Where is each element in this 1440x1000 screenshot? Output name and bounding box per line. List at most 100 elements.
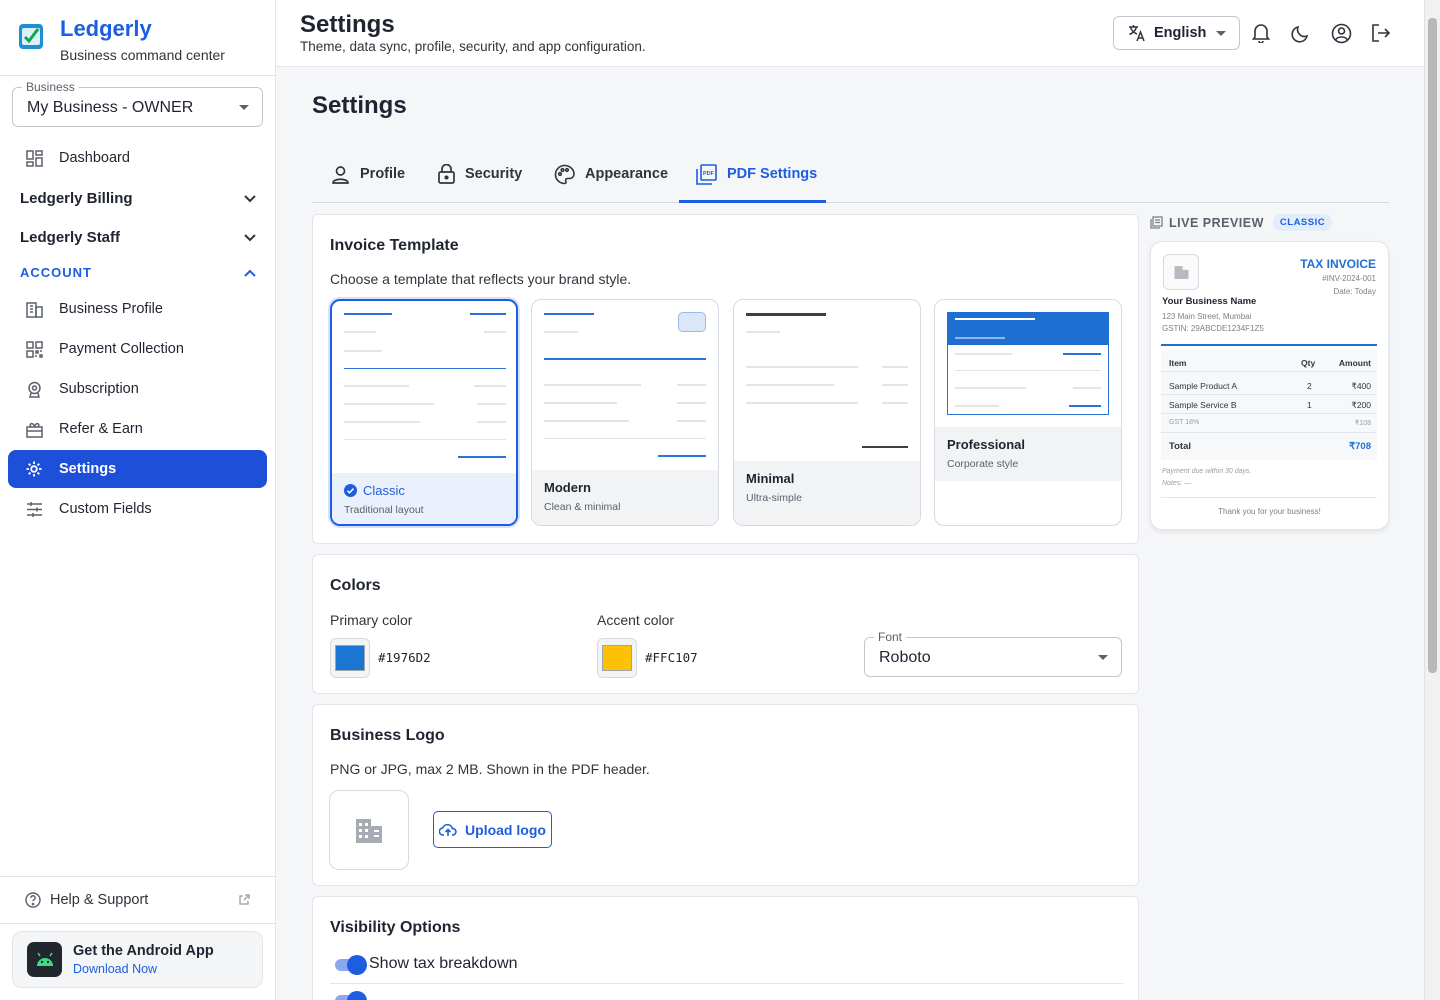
person-icon xyxy=(331,165,350,184)
tab-label: Security xyxy=(465,166,523,182)
preview-icon xyxy=(1150,216,1163,229)
template-name: Modern xyxy=(544,480,591,495)
sidebar-item-subscription[interactable]: Subscription xyxy=(8,370,267,408)
help-support-link[interactable]: Help & Support xyxy=(0,876,275,924)
brand: Ledgerly Business command center xyxy=(0,0,275,76)
preview-col-qty: Qty xyxy=(1301,358,1316,368)
translate-icon xyxy=(1128,24,1146,42)
template-name: Minimal xyxy=(746,471,795,486)
chevron-down-icon xyxy=(1216,31,1226,36)
sidebar-item-payment-collection[interactable]: Payment Collection xyxy=(8,330,267,368)
sidebar-item-label: Business Profile xyxy=(59,301,163,317)
brand-tagline: Business command center xyxy=(60,47,225,63)
android-app-promo[interactable]: Get the Android App Download Now xyxy=(12,931,263,988)
tab-appearance[interactable]: Appearance xyxy=(554,145,668,203)
sidebar-item-label: Dashboard xyxy=(59,150,130,166)
toggle-knob xyxy=(347,991,367,1000)
sidebar-group-billing[interactable]: Ledgerly Billing xyxy=(20,190,256,207)
qr-code-icon xyxy=(25,340,43,358)
preview-address: 123 Main Street, Mumbai xyxy=(1162,312,1252,321)
preview-notes: Notes: — xyxy=(1162,480,1192,487)
preview-col-item: Item xyxy=(1169,358,1187,368)
building-icon xyxy=(356,819,382,843)
template-option-professional[interactable]: Professional Corporate style xyxy=(934,299,1122,526)
colors-card: Colors Primary color #1976D2 Accent colo… xyxy=(312,554,1139,694)
android-promo-title: Get the Android App xyxy=(73,943,214,959)
logout-icon xyxy=(1372,24,1391,42)
accent-color-label: Accent color xyxy=(597,612,675,628)
sidebar-section-account[interactable]: ACCOUNT xyxy=(20,265,256,280)
sidebar-group-staff[interactable]: Ledgerly Staff xyxy=(20,229,256,246)
sliders-icon xyxy=(25,500,43,518)
chevron-down-icon xyxy=(1098,655,1108,660)
account-button[interactable] xyxy=(1330,22,1352,44)
preview-business-name: Your Business Name xyxy=(1162,296,1257,307)
sidebar-item-label: Custom Fields xyxy=(59,501,152,517)
visibility-options-title: Visibility Options xyxy=(330,919,461,936)
page-title: Settings xyxy=(312,92,407,119)
tab-security[interactable]: Security xyxy=(438,145,522,203)
sidebar-item-custom-fields[interactable]: Custom Fields xyxy=(8,490,267,528)
template-desc: Corporate style xyxy=(947,458,1019,470)
logo-placeholder[interactable] xyxy=(329,790,409,870)
template-option-minimal[interactable]: Minimal Ultra-simple xyxy=(733,299,921,526)
preview-total-amount: ₹708 xyxy=(1349,441,1371,452)
logout-button[interactable] xyxy=(1370,22,1392,44)
tab-profile[interactable]: Profile xyxy=(331,145,405,203)
language-select[interactable]: English xyxy=(1113,16,1240,50)
page-scrollbar[interactable] xyxy=(1424,0,1440,1000)
sidebar-item-settings[interactable]: Settings xyxy=(8,450,267,488)
business-select-value: My Business - OWNER xyxy=(27,99,194,116)
font-select-value: Roboto xyxy=(879,649,931,666)
preview-tax-label: GST 18% xyxy=(1169,419,1200,426)
table-row: Sample Product A 2 ₹400 xyxy=(1161,376,1377,395)
upload-logo-button[interactable]: Upload logo xyxy=(433,811,552,848)
primary-color-picker[interactable] xyxy=(330,638,370,678)
help-icon xyxy=(25,892,41,908)
android-icon xyxy=(27,942,62,977)
template-option-classic[interactable]: Classic Traditional layout xyxy=(330,299,518,526)
font-select-label: Font xyxy=(874,630,907,644)
divider xyxy=(330,983,1123,984)
scrollbar-thumb[interactable] xyxy=(1428,18,1437,673)
chevron-down-icon xyxy=(244,194,256,202)
colors-title: Colors xyxy=(330,577,381,594)
business-select[interactable]: Business My Business - OWNER xyxy=(12,80,263,127)
dashboard-icon xyxy=(25,149,43,167)
sidebar-item-business-profile[interactable]: Business Profile xyxy=(8,290,267,328)
android-download-link[interactable]: Download Now xyxy=(73,962,214,976)
business-select-label: Business xyxy=(22,80,79,94)
template-option-modern[interactable]: Modern Clean & minimal xyxy=(531,299,719,526)
visibility-options-card: Visibility Options Show tax breakdown xyxy=(312,896,1139,1000)
template-name: Classic xyxy=(363,483,405,498)
chevron-down-icon xyxy=(239,105,249,110)
invoice-preview: TAX INVOICE #INV-2024-001 Date: Today Yo… xyxy=(1150,241,1389,530)
visibility-toggle-2[interactable] xyxy=(335,991,367,1000)
business-logo-card: Business Logo PNG or JPG, max 2 MB. Show… xyxy=(312,704,1139,886)
show-tax-toggle[interactable] xyxy=(335,955,367,975)
notifications-button[interactable] xyxy=(1250,22,1272,44)
badge-icon xyxy=(25,380,43,398)
chevron-down-icon xyxy=(244,233,256,241)
preview-invoice-number: #INV-2024-001 xyxy=(1322,274,1376,283)
sidebar-group-label: Ledgerly Billing xyxy=(20,190,133,207)
sidebar-item-refer-earn[interactable]: Refer & Earn xyxy=(8,410,267,448)
business-logo-title: Business Logo xyxy=(330,727,445,744)
theme-toggle-button[interactable] xyxy=(1290,22,1312,44)
toggle-knob xyxy=(347,955,367,975)
accent-color-value: #FFC107 xyxy=(645,650,698,665)
accent-color-swatch xyxy=(602,645,632,671)
language-value: English xyxy=(1154,25,1207,41)
sidebar-item-dashboard[interactable]: Dashboard xyxy=(8,139,267,177)
tab-pdf-settings[interactable]: PDF PDF Settings xyxy=(696,145,817,203)
show-tax-label: Show tax breakdown xyxy=(369,955,518,972)
preview-total-row: Total ₹708 xyxy=(1161,436,1377,455)
accent-color-picker[interactable] xyxy=(597,638,637,678)
preview-col-amount: Amount xyxy=(1338,358,1371,368)
preview-doc-title: TAX INVOICE xyxy=(1300,257,1376,271)
preview-table-header: Item Qty Amount xyxy=(1161,353,1377,372)
preview-thanks: Thank you for your business! xyxy=(1218,507,1321,516)
font-select[interactable]: Font Roboto xyxy=(864,630,1122,677)
live-preview-label: LIVE PREVIEW xyxy=(1169,215,1264,230)
check-circle-icon xyxy=(344,484,357,497)
